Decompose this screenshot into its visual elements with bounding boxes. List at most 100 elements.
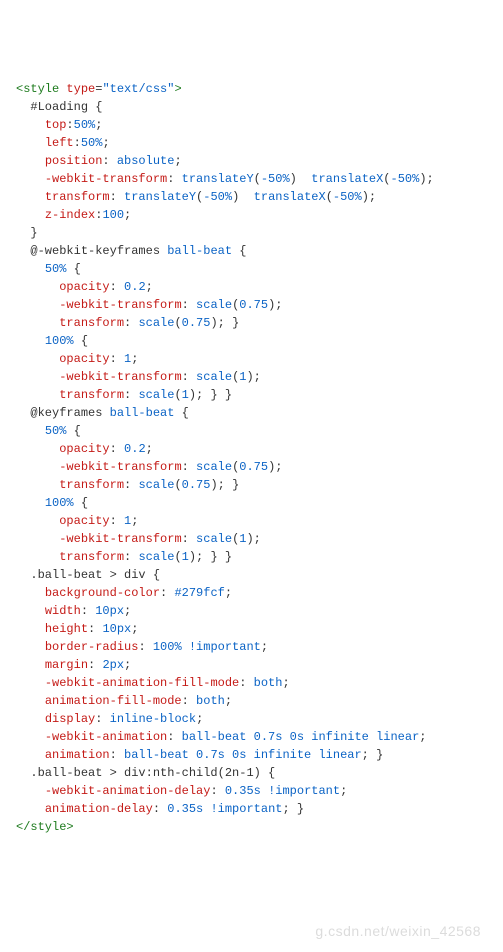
- token-punct: [16, 280, 59, 294]
- token-punct: ;: [124, 208, 131, 222]
- token-punct: {: [232, 244, 246, 258]
- token-val: both: [254, 676, 283, 690]
- code-line: .ball-beat > div {: [16, 566, 487, 584]
- code-line: 100% {: [16, 494, 487, 512]
- token-prop: display: [45, 712, 95, 726]
- token-val: scale: [196, 460, 232, 474]
- token-val: #279fcf: [174, 586, 224, 600]
- token-val: scale: [196, 532, 232, 546]
- token-punct: ;: [146, 280, 153, 294]
- token-punct: ;: [196, 712, 203, 726]
- token-punct: :: [110, 190, 124, 204]
- token-prop: -webkit-transform: [59, 460, 181, 474]
- code-line: opacity: 1;: [16, 512, 487, 530]
- token-val: scale: [196, 370, 232, 384]
- token-pct: 50%: [45, 262, 67, 276]
- token-punct: :: [95, 712, 109, 726]
- token-prop: border-radius: [45, 640, 139, 654]
- token-punct: :: [88, 622, 102, 636]
- token-punct: [16, 136, 45, 150]
- code-line: opacity: 0.2;: [16, 278, 487, 296]
- token-sel: .ball-beat > div:nth-child(2n-1): [30, 766, 260, 780]
- token-punct: :: [66, 118, 73, 132]
- code-line: </style>: [16, 818, 487, 836]
- token-punct: [16, 100, 30, 114]
- token-punct: [16, 676, 45, 690]
- token-punct: [16, 622, 45, 636]
- token-prop: transform: [59, 316, 124, 330]
- token-val: translateX: [254, 190, 326, 204]
- token-punct: :: [102, 154, 116, 168]
- token-punct: [16, 586, 45, 600]
- token-num: 1: [182, 388, 189, 402]
- token-punct: [16, 478, 59, 492]
- token-sel: @keyframes: [30, 406, 102, 420]
- token-punct: [16, 568, 30, 582]
- token-punct: :: [167, 730, 181, 744]
- token-val: ball-beat 0.7s 0s infinite linear: [182, 730, 420, 744]
- token-punct: );: [268, 460, 282, 474]
- token-sel: #Loading: [30, 100, 88, 114]
- token-prop: -webkit-animation: [45, 730, 167, 744]
- token-punct: [16, 370, 59, 384]
- token-punct: [16, 784, 45, 798]
- token-pct: 100%: [45, 334, 74, 348]
- token-punct: ;: [146, 442, 153, 456]
- token-punct: [16, 532, 59, 546]
- token-punct: ); } }: [189, 550, 232, 564]
- token-punct: {: [174, 406, 188, 420]
- code-line: z-index:100;: [16, 206, 487, 224]
- token-punct: ;: [225, 694, 232, 708]
- code-line: display: inline-block;: [16, 710, 487, 728]
- code-line: @-webkit-keyframes ball-beat {: [16, 242, 487, 260]
- code-line: -webkit-transform: scale(1);: [16, 368, 487, 386]
- token-punct: :: [124, 550, 138, 564]
- token-punct: [16, 658, 45, 672]
- token-punct: [16, 352, 59, 366]
- token-val: ball-beat: [167, 244, 232, 258]
- code-line: top:50%;: [16, 116, 487, 134]
- token-punct: :: [110, 514, 124, 528]
- token-prop: left: [45, 136, 74, 150]
- token-punct: [16, 244, 30, 258]
- token-val: both: [196, 694, 225, 708]
- token-val: scale: [138, 388, 174, 402]
- token-punct: [16, 694, 45, 708]
- token-prop: -webkit-transform: [59, 298, 181, 312]
- token-punct: {: [74, 334, 88, 348]
- token-punct: ); }: [210, 316, 239, 330]
- token-punct: ;: [131, 622, 138, 636]
- token-punct: :: [182, 370, 196, 384]
- code-line: <style type="text/css">: [16, 80, 487, 98]
- token-tag: <style: [16, 82, 59, 96]
- token-punct: ); } }: [189, 388, 232, 402]
- token-punct: [16, 154, 45, 168]
- token-val: 0.35s !important: [225, 784, 340, 798]
- token-punct: (: [174, 478, 181, 492]
- code-line: border-radius: 100% !important;: [16, 638, 487, 656]
- token-punct: (: [383, 172, 390, 186]
- token-val: 50%: [81, 136, 103, 150]
- code-line: .ball-beat > div:nth-child(2n-1) {: [16, 764, 487, 782]
- token-punct: [16, 730, 45, 744]
- token-prop: opacity: [59, 352, 109, 366]
- code-line: opacity: 0.2;: [16, 440, 487, 458]
- token-prop: opacity: [59, 514, 109, 528]
- token-prop: animation-delay: [45, 802, 153, 816]
- code-line: -webkit-transform: scale(0.75);: [16, 458, 487, 476]
- token-val: 0.2: [124, 442, 146, 456]
- token-punct: [16, 190, 45, 204]
- code-line: transform: translateY(-50%) translateX(-…: [16, 188, 487, 206]
- code-line: opacity: 1;: [16, 350, 487, 368]
- token-punct: :: [110, 352, 124, 366]
- token-punct: :: [160, 586, 174, 600]
- token-val: translateY: [182, 172, 254, 186]
- token-prop: opacity: [59, 280, 109, 294]
- token-val: 0.35s !important: [167, 802, 282, 816]
- token-punct: [16, 316, 59, 330]
- token-punct: [16, 640, 45, 654]
- token-prop: -webkit-transform: [45, 172, 167, 186]
- token-val: ball-beat: [110, 406, 175, 420]
- token-prop: animation-fill-mode: [45, 694, 182, 708]
- token-val: inline-block: [110, 712, 196, 726]
